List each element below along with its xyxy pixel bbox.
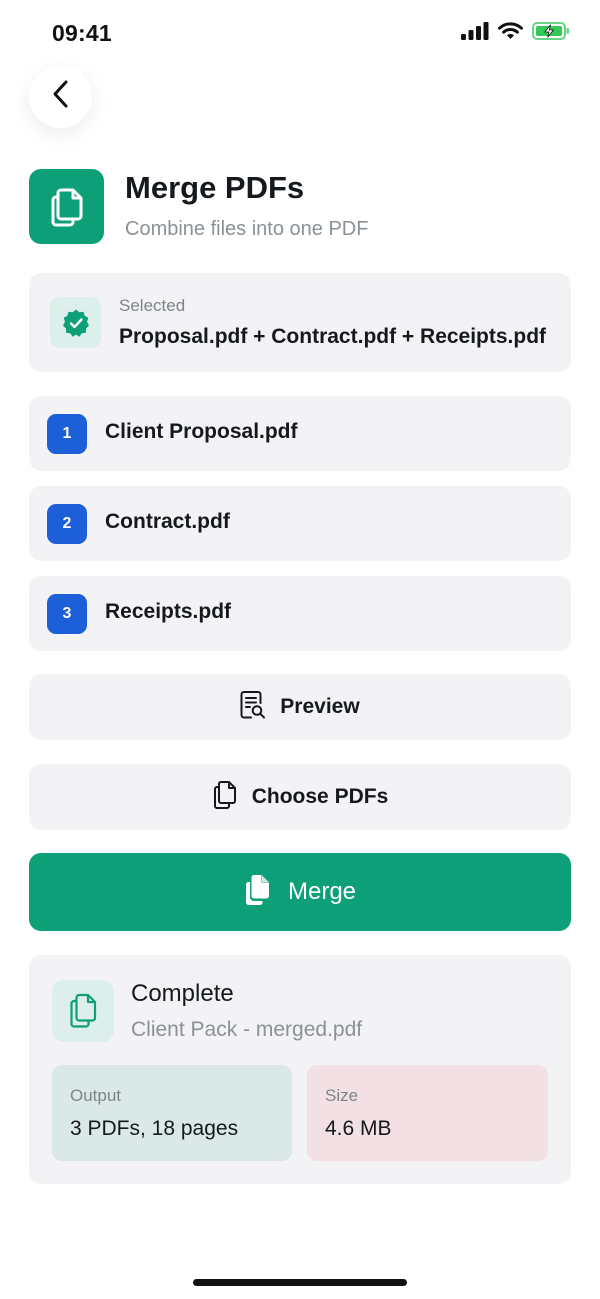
documents-icon <box>212 780 238 815</box>
header-documents-icon <box>29 169 104 244</box>
documents-filled-icon <box>244 874 272 911</box>
file-list-item[interactable]: 2 Contract.pdf <box>29 486 571 561</box>
choose-pdfs-button[interactable]: Choose PDFs <box>29 764 571 830</box>
file-name: Contract.pdf <box>105 510 230 533</box>
status-bar: 09:41 <box>0 0 600 66</box>
file-order-badge: 2 <box>47 504 87 544</box>
back-button[interactable] <box>29 65 92 128</box>
page-title: Merge PDFs <box>125 170 305 205</box>
file-order-badge: 3 <box>47 594 87 634</box>
merge-button[interactable]: Merge <box>29 853 571 931</box>
size-stat: Size 4.6 MB <box>307 1065 548 1161</box>
preview-button-label: Preview <box>280 695 360 718</box>
merge-button-label: Merge <box>287 878 357 905</box>
output-stat-value: 3 PDFs, 18 pages <box>70 1117 239 1140</box>
verified-badge-icon <box>50 297 101 348</box>
selected-files-value: Proposal.pdf + Contract.pdf + Receipts.p… <box>119 325 547 348</box>
battery-charging-icon <box>532 22 570 40</box>
output-stat: Output 3 PDFs, 18 pages <box>52 1065 292 1161</box>
wifi-icon <box>498 22 523 40</box>
status-icons <box>461 22 570 40</box>
output-stat-label: Output <box>70 1086 122 1105</box>
size-stat-label: Size <box>325 1086 359 1105</box>
file-order-badge: 1 <box>47 414 87 454</box>
home-indicator[interactable] <box>193 1279 407 1286</box>
selected-files-card: Selected Proposal.pdf + Contract.pdf + R… <box>29 273 571 372</box>
file-list-item[interactable]: 3 Receipts.pdf <box>29 576 571 651</box>
merge-result-card: Complete Client Pack - merged.pdf Output… <box>29 955 571 1184</box>
size-stat-value: 4.6 MB <box>325 1117 392 1140</box>
choose-pdfs-button-label: Choose PDFs <box>251 785 389 808</box>
chevron-left-icon <box>51 79 71 114</box>
cellular-signal-icon <box>461 22 489 40</box>
selected-caption: Selected <box>119 296 186 315</box>
file-name: Client Proposal.pdf <box>105 420 298 443</box>
result-documents-icon <box>52 980 114 1042</box>
document-search-icon <box>240 690 266 725</box>
file-list-item[interactable]: 1 Client Proposal.pdf <box>29 396 571 471</box>
page-subtitle: Combine files into one PDF <box>125 218 369 240</box>
status-time: 09:41 <box>52 20 112 46</box>
file-name: Receipts.pdf <box>105 600 232 623</box>
result-title: Complete <box>131 980 234 1007</box>
result-file-name: Client Pack - merged.pdf <box>131 1018 363 1041</box>
preview-button[interactable]: Preview <box>29 674 571 740</box>
